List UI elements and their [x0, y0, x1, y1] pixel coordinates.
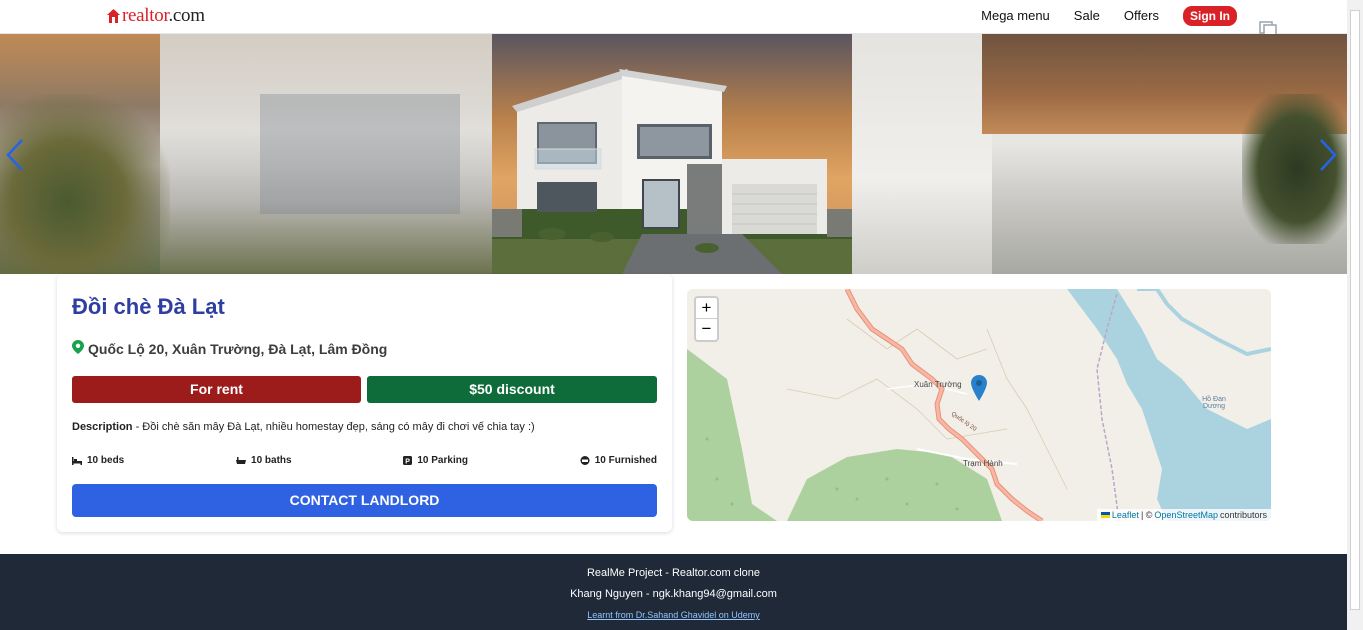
house-logo-icon [107, 9, 120, 23]
logo-text: realtor.com [122, 5, 205, 26]
nav-offers[interactable]: Offers [1124, 6, 1159, 26]
carousel-image-next [852, 34, 1347, 274]
bed-icon [72, 456, 82, 465]
carousel-image-prev [0, 34, 492, 274]
map-pin-icon [72, 340, 84, 357]
description-label: Description [72, 421, 133, 433]
sofa-icon [580, 456, 590, 465]
map-marker-icon[interactable] [971, 375, 987, 406]
listing-description: Description - Đồi chè săn mây Đà Lạt, nh… [72, 421, 657, 433]
map-label-tram-hanh: Trạm Hành [963, 459, 1003, 468]
description-text: - Đồi chè săn mây Đà Lạt, nhiều homestay… [132, 421, 535, 433]
nav-sale[interactable]: Sale [1074, 6, 1100, 26]
ukraine-flag-icon [1100, 512, 1110, 518]
map-zoom-control: + − [694, 296, 719, 342]
attribution-separator: | © [1140, 510, 1153, 520]
footer-udemy-link[interactable]: Learnt from Dr.Sahand Ghavidel on Udemy [587, 610, 760, 620]
sign-in-button[interactable]: Sign In [1183, 6, 1237, 26]
amenity-baths: 10 baths [236, 455, 292, 466]
listing-details-card: Đồi chè Đà Lạt Quốc Lộ 20, Xuân Trường, … [57, 274, 672, 532]
parking-count: 10 Parking [417, 455, 468, 466]
site-logo[interactable]: realtor.com [107, 6, 205, 26]
zoom-out-button[interactable]: − [696, 319, 717, 340]
amenity-parking: P 10 Parking [403, 455, 468, 466]
map-attribution: Leaflet | © OpenStreetMap contributors [1096, 509, 1271, 521]
carousel-prev-button[interactable] [5, 138, 25, 172]
svg-text:P: P [406, 459, 411, 466]
chevron-left-icon [6, 139, 23, 171]
parking-icon: P [403, 456, 413, 466]
chevron-right-icon [1320, 139, 1337, 171]
main-nav: Mega menu Sale Offers Sign In [981, 6, 1237, 26]
furnished-count: 10 Furnished [594, 455, 657, 466]
bath-icon [236, 456, 247, 464]
map-label-xuan-truong: Xuân Trường [914, 380, 962, 389]
leaflet-link[interactable]: Leaflet [1112, 510, 1139, 520]
contact-landlord-button[interactable]: CONTACT LANDLORD [72, 484, 657, 517]
page-scrollbar[interactable] [1347, 0, 1363, 630]
carousel-image-current [492, 34, 852, 274]
amenity-beds: 10 beds [72, 455, 124, 466]
attribution-contributors: contributors [1219, 510, 1267, 520]
page-footer: RealMe Project - Realtor.com clone Khang… [0, 554, 1347, 630]
footer-author-line: Khang Nguyen - ngk.khang94@gmail.com [570, 588, 777, 600]
zoom-in-button[interactable]: + [696, 298, 717, 319]
top-navbar: realtor.com Mega menu Sale Offers Sign I… [0, 0, 1347, 34]
address-text: Quốc Lộ 20, Xuân Trường, Đà Lạt, Lâm Đồn… [88, 340, 388, 357]
map-label-lake: Hồ Đan Dương [1202, 396, 1226, 410]
discount-badge: $50 discount [367, 376, 657, 403]
footer-project-line: RealMe Project - Realtor.com clone [586, 567, 760, 579]
osm-link[interactable]: OpenStreetMap [1154, 510, 1218, 520]
amenities-list: 10 beds 10 baths P 10 Parking 10 Furnish… [72, 455, 657, 466]
image-carousel [0, 34, 1347, 274]
scrollbar-thumb[interactable] [1350, 10, 1360, 610]
for-rent-badge: For rent [72, 376, 361, 403]
listing-address: Quốc Lộ 20, Xuân Trường, Đà Lạt, Lâm Đồn… [72, 340, 387, 357]
location-map[interactable]: Xuân Trường Trạm Hành Hồ Đan Dương Quốc … [687, 289, 1271, 521]
beds-count: 10 beds [87, 455, 125, 466]
nav-mega-menu[interactable]: Mega menu [981, 6, 1050, 26]
carousel-next-button[interactable] [1318, 138, 1338, 172]
amenity-furnished: 10 Furnished [580, 455, 657, 466]
baths-count: 10 baths [251, 455, 292, 466]
listing-title: Đồi chè Đà Lạt [72, 294, 225, 319]
